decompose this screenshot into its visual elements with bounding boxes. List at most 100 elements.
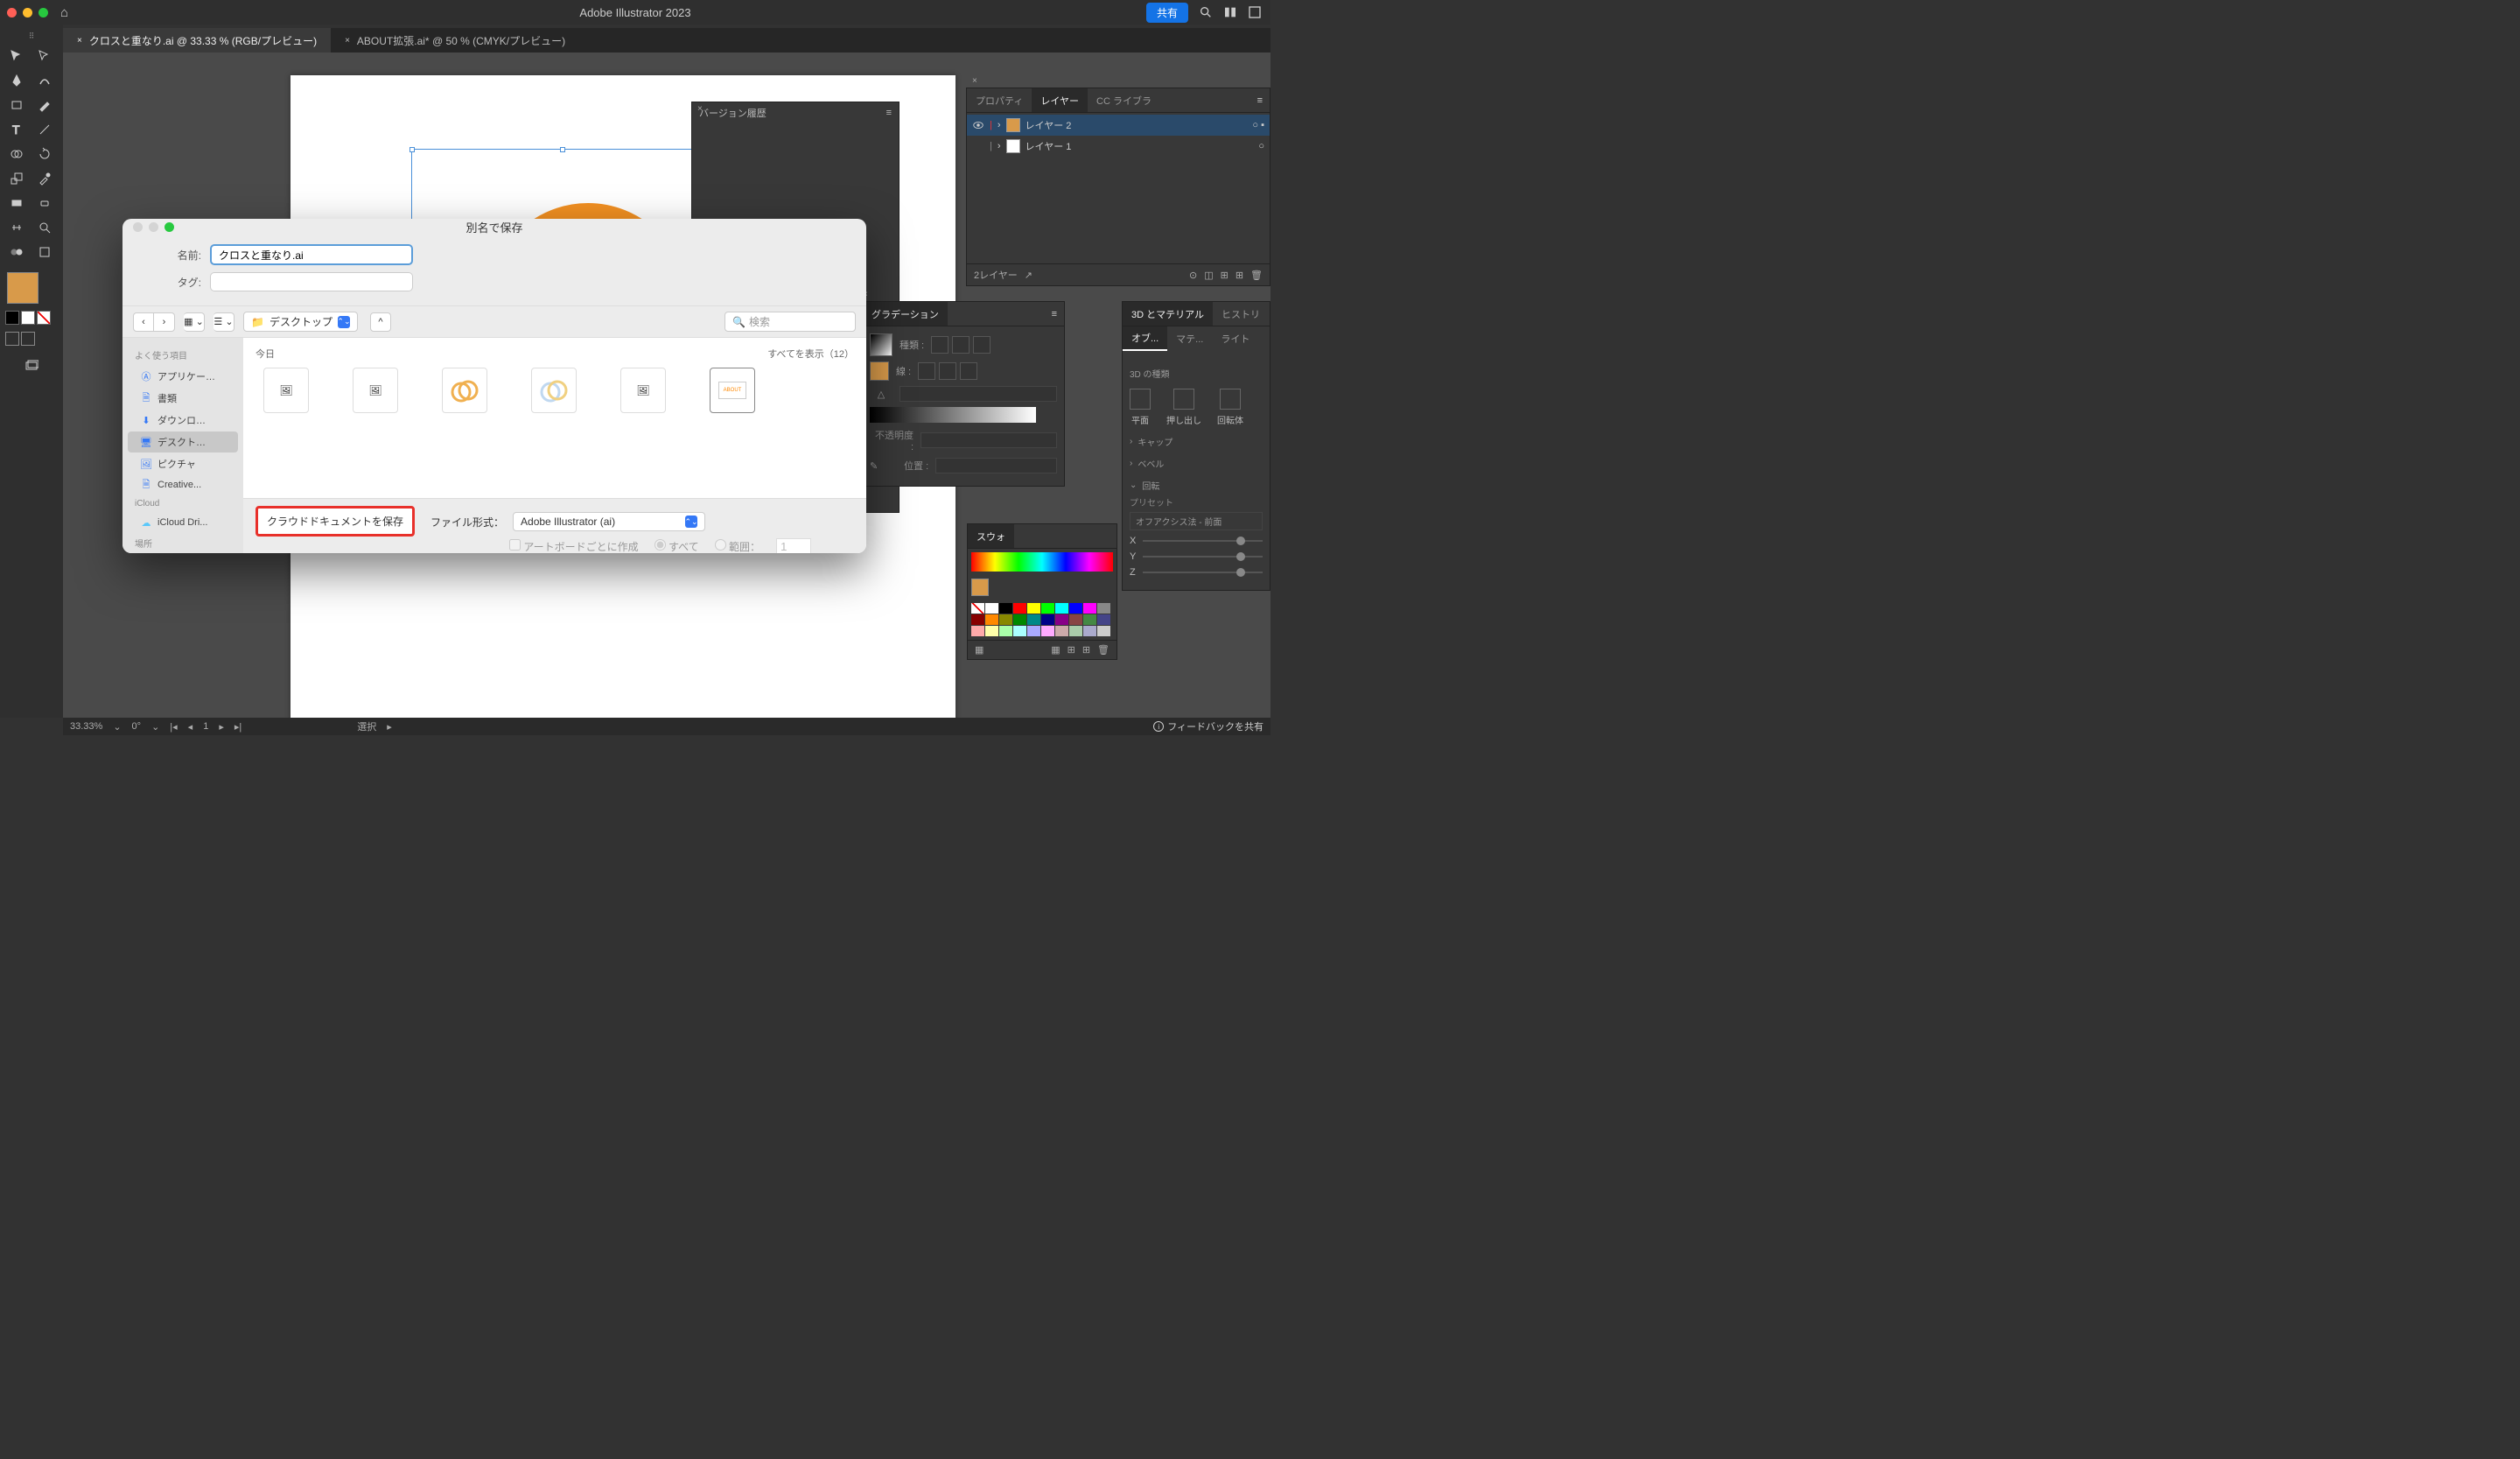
file-item[interactable] <box>523 368 584 413</box>
close-tab-icon[interactable]: × <box>345 36 350 46</box>
angle-input[interactable] <box>900 386 1057 402</box>
next-artboard-icon[interactable]: ▸ <box>219 721 224 733</box>
file-item[interactable] <box>434 368 495 413</box>
folder-dropdown[interactable]: 📁 デスクトップ ⌃⌄ <box>243 312 358 332</box>
mask-icon[interactable]: ◫ <box>1204 270 1213 281</box>
artboard-checkbox[interactable]: アートボードごとに作成 <box>509 539 639 553</box>
last-artboard-icon[interactable]: ▸| <box>234 721 242 733</box>
current-swatch[interactable] <box>971 579 989 596</box>
sidebar-item-creative[interactable]: 🗎Creative... <box>128 475 238 495</box>
search-icon[interactable] <box>1199 5 1213 19</box>
selection-handle[interactable] <box>560 147 565 152</box>
file-item[interactable]: 🖼 <box>256 368 317 413</box>
sidebar-item-desktop[interactable]: 🖥デスクト… <box>128 431 238 452</box>
3d-plane-option[interactable]: 平面 <box>1130 389 1151 426</box>
up-folder-button[interactable]: ^ <box>370 312 391 332</box>
swatch[interactable] <box>971 603 984 614</box>
eyedropper-tool[interactable] <box>32 167 58 190</box>
3d-revolve-option[interactable]: 回転体 <box>1217 389 1243 426</box>
panel-menu-icon[interactable]: ≡ <box>1250 88 1270 112</box>
stroke-within-icon[interactable] <box>918 362 935 380</box>
sidebar-item-downloads[interactable]: ⬇ダウンロ… <box>128 410 238 431</box>
swatch[interactable] <box>1041 603 1054 614</box>
sidebar-item-documents[interactable]: 🗎書類 <box>128 388 238 409</box>
section-cap[interactable]: › キャップ <box>1130 435 1263 448</box>
format-dropdown[interactable]: Adobe Illustrator (ai) ⌃⌄ <box>513 512 705 531</box>
search-input[interactable]: 🔍 検索 <box>724 312 856 332</box>
home-icon[interactable]: ⌂ <box>60 5 68 20</box>
close-window-icon[interactable] <box>7 8 17 18</box>
swatch[interactable] <box>971 614 984 625</box>
file-item[interactable]: 🖼 <box>612 368 674 413</box>
dialog-zoom-icon[interactable] <box>164 222 174 232</box>
swatch[interactable] <box>1027 626 1040 636</box>
eraser-tool[interactable] <box>32 192 58 214</box>
delete-layer-icon[interactable]: 🗑 <box>1250 270 1263 281</box>
opacity-input[interactable] <box>920 432 1057 448</box>
window-controls[interactable] <box>7 8 48 18</box>
tags-input[interactable] <box>210 272 413 291</box>
expand-icon[interactable]: › <box>998 120 1001 130</box>
new-swatch-icon[interactable]: ⊞ <box>1082 644 1090 656</box>
file-item[interactable]: 🖼 <box>345 368 406 413</box>
curvature-tool[interactable] <box>32 69 58 92</box>
swatch[interactable] <box>999 614 1012 625</box>
swatch[interactable] <box>1041 614 1054 625</box>
gradient-tool[interactable] <box>4 192 30 214</box>
document-tab[interactable]: × ABOUT拡張.ai* @ 50 % (CMYK/プレビュー) <box>331 28 579 53</box>
show-all-link[interactable]: すべてを表示（12） <box>767 347 854 361</box>
swatch[interactable] <box>1041 626 1054 636</box>
cloud-save-button[interactable]: クラウドドキュメントを保存 <box>256 506 415 537</box>
direct-selection-tool[interactable] <box>32 45 58 67</box>
fill-color-swatch[interactable] <box>5 311 19 325</box>
layer-row[interactable]: | › レイヤー 1 ○ <box>967 136 1270 157</box>
swatch[interactable] <box>1069 603 1082 614</box>
tab-history[interactable]: ヒストリ <box>1213 302 1269 326</box>
subtab-object[interactable]: オブ... <box>1123 326 1167 351</box>
z-rotation-slider[interactable] <box>1143 572 1263 573</box>
linear-gradient-icon[interactable] <box>931 336 948 354</box>
visibility-icon[interactable] <box>972 140 984 152</box>
selection-tool[interactable] <box>4 45 30 67</box>
swatch[interactable] <box>985 626 998 636</box>
workspace-icon[interactable] <box>1248 5 1262 19</box>
artboard-tool[interactable] <box>32 241 58 263</box>
sidebar-item-pictures[interactable]: 🖼ピクチャ <box>128 453 238 474</box>
gradient-preview[interactable] <box>870 333 892 356</box>
layer-name[interactable]: レイヤー 2 <box>1026 118 1072 132</box>
swatch[interactable] <box>985 614 998 625</box>
swatch[interactable] <box>1055 614 1068 625</box>
swatch[interactable] <box>999 626 1012 636</box>
sidebar-item-icloud-drive[interactable]: ☁iCloud Dri... <box>128 513 238 532</box>
width-tool[interactable] <box>4 216 30 239</box>
stroke-across-icon[interactable] <box>960 362 977 380</box>
gradient-slider[interactable] <box>870 407 1036 423</box>
draw-normal-icon[interactable] <box>5 332 19 346</box>
position-input[interactable] <box>935 458 1057 473</box>
type-tool[interactable]: T <box>4 118 30 141</box>
rotate-tool[interactable] <box>32 143 58 165</box>
swatch[interactable] <box>1097 603 1110 614</box>
dialog-close-icon[interactable] <box>133 222 143 232</box>
tab-3d[interactable]: 3D とマテリアル <box>1123 302 1213 326</box>
new-layer-icon[interactable]: ⊞ <box>1236 270 1243 281</box>
swatch[interactable] <box>1097 626 1110 636</box>
tab-layers[interactable]: レイヤー <box>1032 88 1088 112</box>
panel-menu-icon[interactable]: ≡ <box>1045 302 1064 326</box>
swatch[interactable] <box>1097 614 1110 625</box>
swatch[interactable] <box>1013 626 1026 636</box>
sublayer-icon[interactable]: ⊞ <box>1221 270 1228 281</box>
close-panel-icon[interactable]: × <box>972 76 977 86</box>
swatch[interactable] <box>1013 614 1026 625</box>
range-radio[interactable]: 範囲： <box>715 539 760 553</box>
freeform-gradient-icon[interactable] <box>973 336 990 354</box>
layer-row[interactable]: | › レイヤー 2 ○ ▪ <box>967 115 1270 136</box>
section-bevel[interactable]: › ベベル <box>1130 457 1263 470</box>
gradient-fill-swatch[interactable] <box>870 361 889 381</box>
group-view-button[interactable]: ☰ ⌄ <box>214 312 234 332</box>
swatch[interactable] <box>1083 626 1096 636</box>
shape-builder-tool[interactable] <box>4 143 30 165</box>
preset-select[interactable]: オフアクシス法 - 前面 <box>1130 512 1263 530</box>
swatch-options-icon[interactable]: ⊞ <box>1068 644 1075 656</box>
3d-extrude-option[interactable]: 押し出し <box>1166 389 1201 426</box>
